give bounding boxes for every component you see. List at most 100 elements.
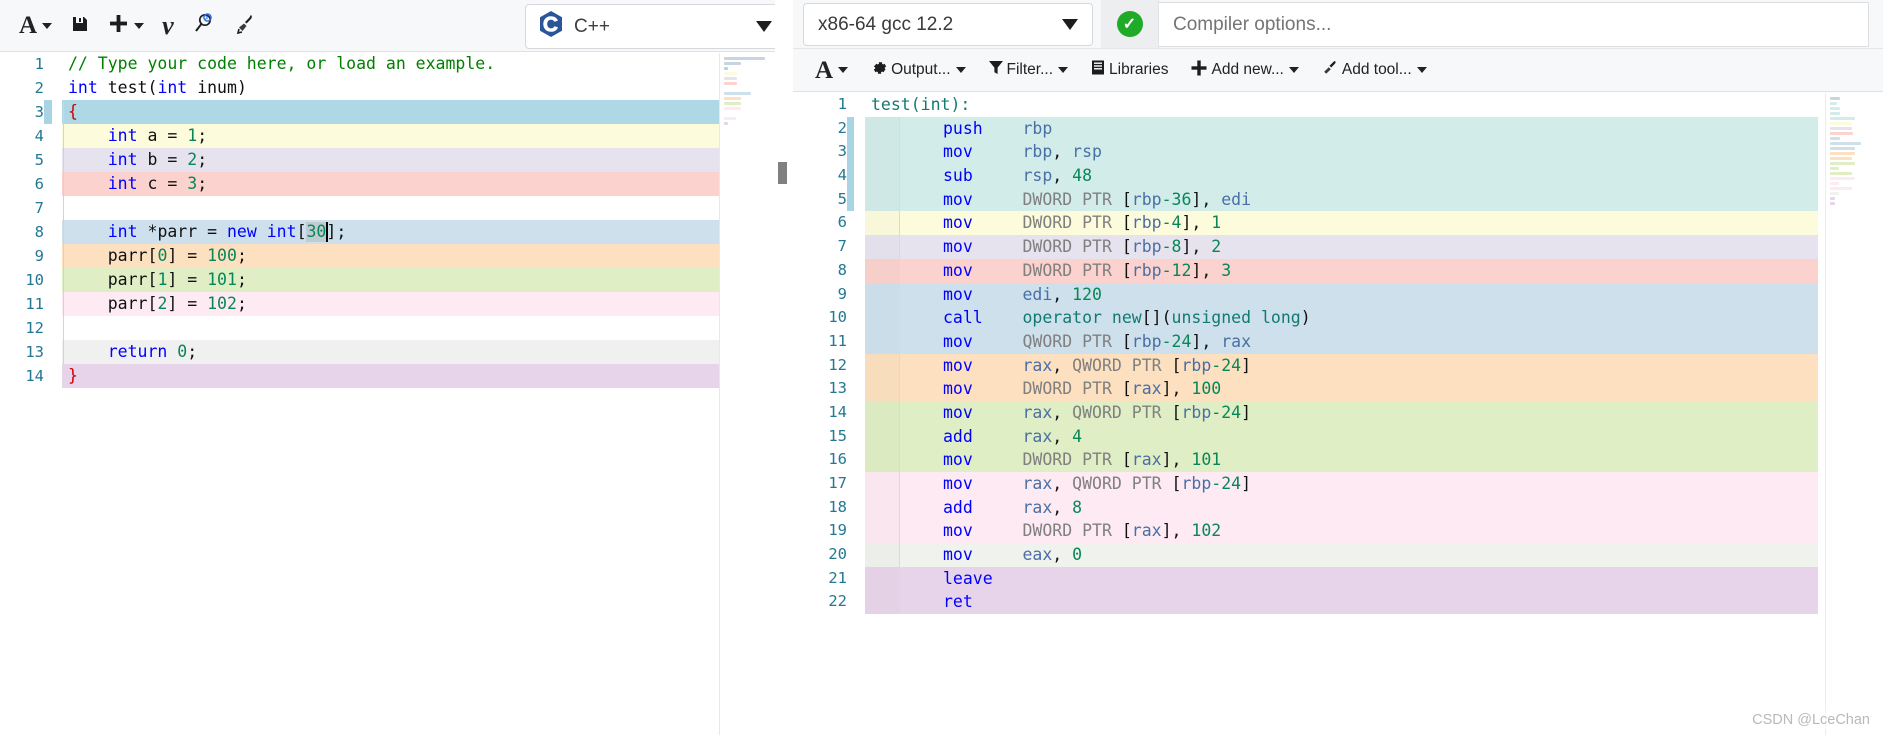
line-number: 6 xyxy=(34,175,44,193)
code-line[interactable]: 4 int a = 1; xyxy=(0,124,793,148)
assembly-line[interactable]: 2 push rbp xyxy=(793,116,1883,141)
assembly-line[interactable]: 4 sub rsp, 48 xyxy=(793,164,1883,188)
minimap-line xyxy=(724,57,765,60)
plus-icon xyxy=(108,13,129,38)
code-line[interactable]: 1 // Type your code here, or load an exam… xyxy=(0,52,793,76)
assembly-line[interactable]: 11 mov QWORD PTR [rbp-24], rax xyxy=(793,329,1883,354)
assembly-line[interactable]: 13 mov DWORD PTR [rax], 100 xyxy=(793,377,1883,401)
minimap-line xyxy=(724,112,728,115)
assembly-line[interactable]: 17 mov rax, QWORD PTR [rbp-24] xyxy=(793,472,1883,496)
assembly-line[interactable]: 5 mov DWORD PTR [rbp-36], edi xyxy=(793,187,1883,212)
assembly-line[interactable]: 3 mov rbp, rsp xyxy=(793,140,1883,165)
source-code-editor[interactable]: 1 // Type your code here, or load an exam… xyxy=(0,52,793,735)
assembly-lines[interactable]: 1 test(int): 2 push rbp 3 mov rbp, rsp 4 sub rs… xyxy=(793,93,1883,615)
assembly-line[interactable]: 12 mov rax, QWORD PTR [rbp-24] xyxy=(793,353,1883,378)
code-line[interactable]: 5 int b = 2; xyxy=(0,148,793,172)
add-button[interactable] xyxy=(99,9,153,43)
line-number: 12 xyxy=(828,355,847,374)
assembly-line[interactable]: 10 call operator new[](unsigned long) xyxy=(793,306,1883,330)
code-line[interactable]: 8 int *parr = new int[30]; xyxy=(0,220,793,244)
code-line[interactable]: 12 xyxy=(0,316,793,340)
chevron-down-icon[interactable] xyxy=(1062,19,1078,30)
line-number: 14 xyxy=(25,367,44,385)
assembly-line[interactable]: 21 leave xyxy=(793,566,1883,591)
assembly-text: mov eax, 0 xyxy=(943,545,1083,565)
code-line[interactable]: 3{ xyxy=(0,100,793,124)
assembly-line[interactable]: 20 mov eax, 0 xyxy=(793,543,1883,567)
code-text: parr[1] = 101; xyxy=(107,270,247,289)
code-line[interactable]: 6 int c = 3; xyxy=(0,172,793,196)
assembly-text: mov edi, 120 xyxy=(943,284,1102,304)
find-button[interactable]: # xyxy=(183,9,225,43)
line-number: 10 xyxy=(25,271,44,289)
assembly-minimap[interactable] xyxy=(1825,93,1883,735)
code-line[interactable]: 9 parr[0] = 100; xyxy=(0,244,793,268)
filter-button[interactable]: Filter... xyxy=(978,54,1079,86)
assembly-listing[interactable]: 1 test(int): 2 push rbp 3 mov rbp, rsp 4 sub rs… xyxy=(793,93,1883,735)
compiler-options-input[interactable] xyxy=(1173,13,1854,36)
line-number: 14 xyxy=(828,402,847,421)
line-number: 3 xyxy=(837,142,847,161)
code-line[interactable]: 11 parr[2] = 102; xyxy=(0,292,793,316)
compiler-options-wrapper[interactable] xyxy=(1159,2,1869,47)
line-number: 15 xyxy=(828,426,847,445)
assembly-text: mov DWORD PTR [rax], 102 xyxy=(943,521,1222,541)
assembly-text: push rbp xyxy=(943,118,1053,138)
add-new-button[interactable]: Add new... xyxy=(1180,54,1308,86)
indent-guide xyxy=(63,100,64,124)
code-line[interactable]: 10 parr[1] = 101; xyxy=(0,268,793,292)
assembly-line[interactable]: 1 test(int): xyxy=(793,93,1883,117)
assembly-text: test(int): xyxy=(871,95,971,114)
gear-icon xyxy=(870,59,888,82)
chevron-down-icon xyxy=(838,67,849,73)
font-size-button[interactable]: A xyxy=(10,9,61,43)
assembly-line[interactable]: 22 ret xyxy=(793,590,1883,615)
assembly-text: leave xyxy=(943,568,993,588)
line-number: 11 xyxy=(828,331,847,350)
output-button[interactable]: Output... xyxy=(860,54,975,86)
assembly-text: add rax, 8 xyxy=(943,497,1083,517)
libraries-button[interactable]: Libraries xyxy=(1080,54,1178,86)
assembly-line[interactable]: 8 mov DWORD PTR [rbp-12], 3 xyxy=(793,258,1883,283)
current-line-marker xyxy=(44,100,52,124)
assembly-text: mov DWORD PTR [rbp-36], edi xyxy=(943,189,1252,209)
text-cursor xyxy=(325,222,328,242)
splitter-handle[interactable] xyxy=(778,162,787,184)
language-selector[interactable]: C++ xyxy=(525,4,785,49)
code-text: int b = 2; xyxy=(107,150,208,169)
assembly-line[interactable]: 14 mov rax, QWORD PTR [rbp-24] xyxy=(793,400,1883,425)
vim-mode-button[interactable]: v xyxy=(153,9,183,43)
source-minimap[interactable] xyxy=(719,53,775,735)
assembly-text: sub rsp, 48 xyxy=(943,166,1093,186)
compiler-selector[interactable]: x86-64 gcc 12.2 xyxy=(803,3,1093,46)
code-line[interactable]: 14} xyxy=(0,364,793,388)
code-line[interactable]: 2 int test(int inum) xyxy=(0,76,793,100)
pane-splitter[interactable] xyxy=(775,0,793,735)
source-code-lines[interactable]: 1 // Type your code here, or load an exam… xyxy=(0,52,793,388)
line-number: 2 xyxy=(837,118,847,137)
assembly-text: mov DWORD PTR [rbp-8], 2 xyxy=(943,237,1222,257)
save-icon xyxy=(70,14,90,38)
chevron-down-icon[interactable] xyxy=(756,21,772,32)
assembly-line[interactable]: 9 mov edi, 120 xyxy=(793,282,1883,307)
format-code-button[interactable] xyxy=(225,9,267,43)
indent-guide xyxy=(63,292,64,316)
compile-status-badge[interactable]: ✓ xyxy=(1101,0,1159,48)
indent-guide xyxy=(63,220,64,244)
code-line[interactable]: 7 xyxy=(0,196,793,220)
assembly-line[interactable]: 6 mov DWORD PTR [rbp-4], 1 xyxy=(793,211,1883,236)
assembly-text: mov DWORD PTR [rax], 100 xyxy=(943,379,1222,399)
assembly-line[interactable]: 7 mov DWORD PTR [rbp-8], 2 xyxy=(793,235,1883,259)
funnel-icon xyxy=(988,59,1004,81)
assembly-line[interactable]: 18 add rax, 8 xyxy=(793,495,1883,520)
assembly-line[interactable]: 19 mov DWORD PTR [rax], 102 xyxy=(793,519,1883,544)
line-number: 8 xyxy=(837,260,847,279)
save-button[interactable] xyxy=(61,9,99,43)
assembly-line[interactable]: 16 mov DWORD PTR [rax], 101 xyxy=(793,448,1883,472)
add-tool-button[interactable]: Add tool... xyxy=(1311,54,1437,86)
code-text: int test(int inum) xyxy=(68,78,247,97)
code-line[interactable]: 13 return 0; xyxy=(0,340,793,364)
minimap-line xyxy=(1830,127,1852,130)
asm-font-size-button[interactable]: A xyxy=(805,54,858,86)
assembly-line[interactable]: 15 add rax, 4 xyxy=(793,424,1883,449)
